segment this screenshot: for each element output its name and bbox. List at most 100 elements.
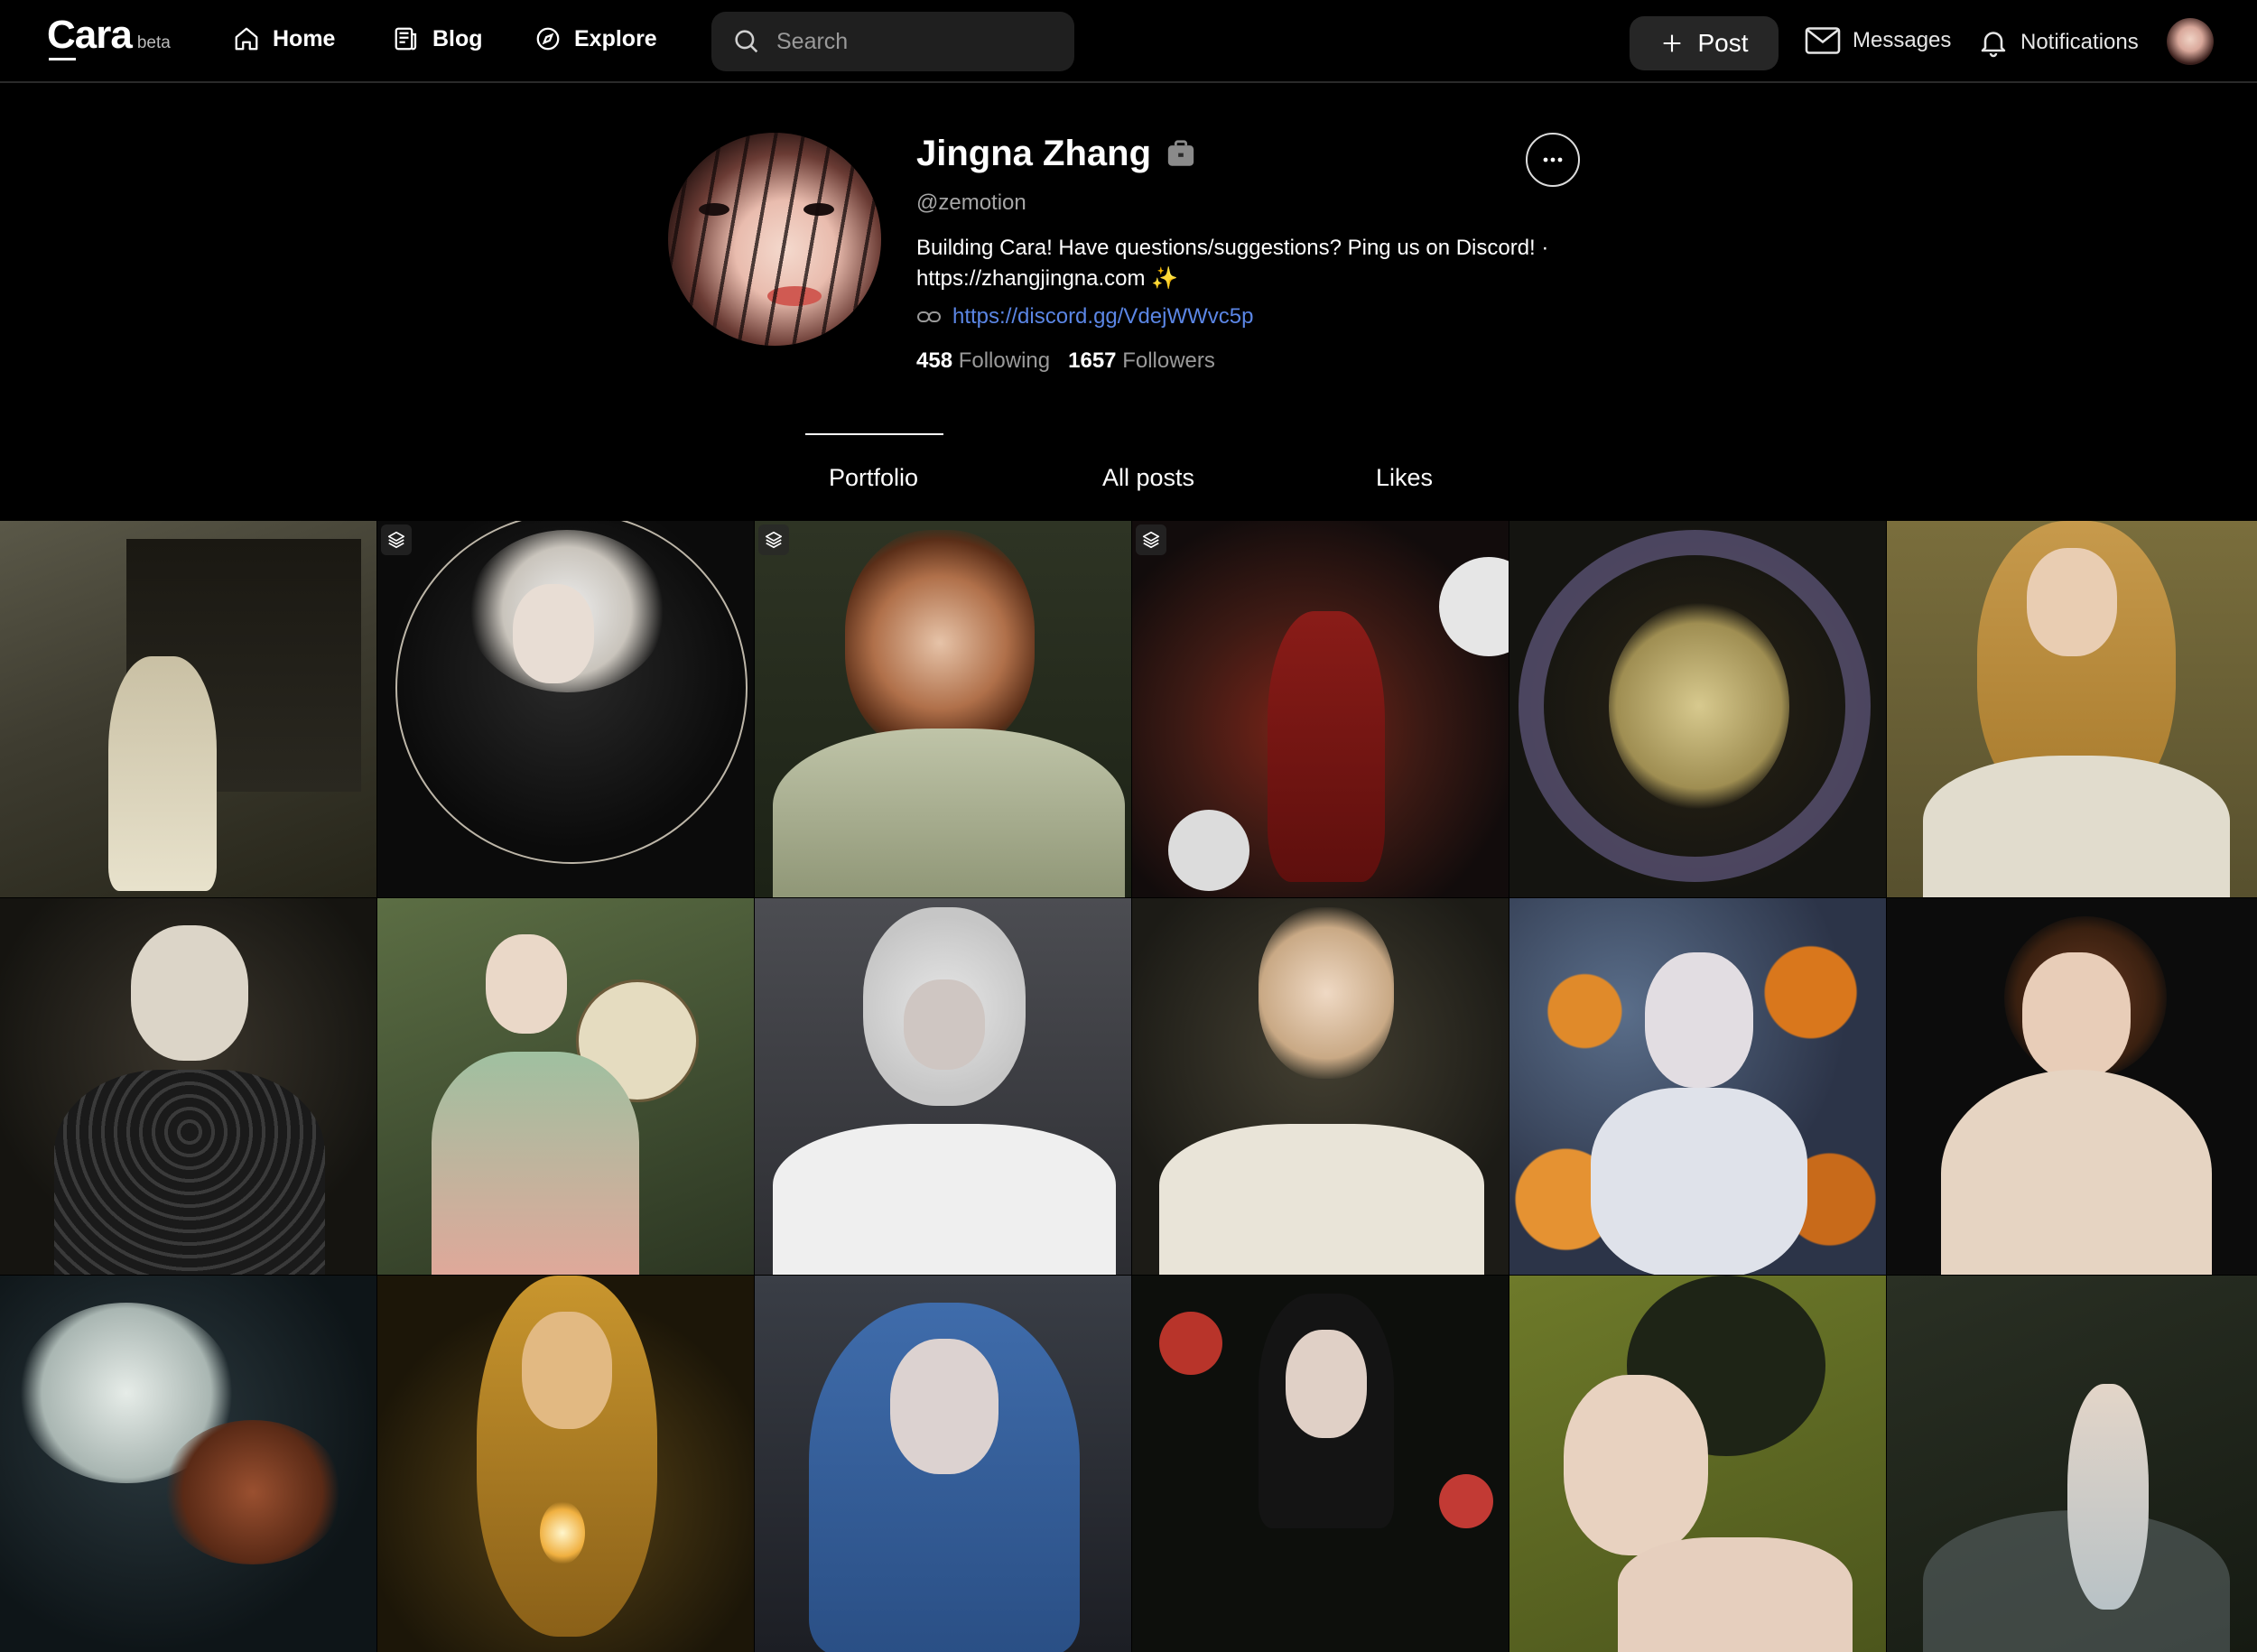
compass-icon: [536, 27, 560, 51]
tile-dress: [1923, 756, 2230, 897]
brand-logo[interactable]: Cara beta: [47, 13, 171, 60]
nav-explore-label: Explore: [574, 25, 657, 51]
portfolio-tile[interactable]: [0, 1276, 376, 1652]
portfolio-tile[interactable]: [755, 521, 1131, 897]
profile-name-row: Jingna Zhang: [916, 134, 1196, 174]
portfolio-tile[interactable]: [0, 521, 376, 897]
tile-face: [2027, 548, 2117, 656]
tile-balloon: [1439, 557, 1509, 656]
tab-active-indicator: [805, 433, 943, 435]
profile-link-text: https://discord.gg/VdejWWvc5p: [952, 304, 1254, 329]
tab-portfolio[interactable]: Portfolio: [829, 464, 918, 492]
brand-beta-tag: beta: [136, 33, 171, 52]
search-input[interactable]: [775, 27, 1049, 56]
followers-label: Followers: [1122, 348, 1215, 373]
notifications-label: Notifications: [2020, 30, 2139, 54]
tile-face: [131, 925, 248, 1061]
portfolio-tile[interactable]: [1509, 521, 1886, 897]
tile-figure: [2067, 1384, 2149, 1610]
following-count: 458: [916, 348, 953, 373]
portfolio-tile[interactable]: [1132, 898, 1509, 1275]
home-icon: [235, 27, 258, 51]
profile-link[interactable]: https://discord.gg/VdejWWvc5p: [916, 304, 1253, 329]
user-avatar[interactable]: [2167, 18, 2214, 65]
tile-flower: [1159, 1312, 1222, 1375]
tile-face: [1564, 1375, 1708, 1555]
nav-blog-link[interactable]: Blog: [393, 25, 483, 52]
profile-name: Jingna Zhang: [916, 134, 1151, 173]
portfolio-tile[interactable]: [1887, 1276, 2257, 1652]
tile-face: [890, 1339, 998, 1474]
nav-blog-label: Blog: [432, 25, 483, 51]
profile-bio: Building Cara! Have questions/suggestion…: [916, 233, 1566, 294]
brand-underline: [49, 58, 76, 60]
tile-dress: [1159, 1124, 1484, 1275]
nav-home-label: Home: [273, 25, 336, 51]
tile-face: [1259, 907, 1394, 1079]
portfolio-tile[interactable]: [1887, 898, 2257, 1275]
top-nav: Carabeta Home Blog Explore Post Messages…: [0, 0, 2257, 83]
portfolio-tile[interactable]: [377, 1276, 754, 1652]
multi-image-badge: [1136, 524, 1166, 555]
portfolio-tile[interactable]: [755, 898, 1131, 1275]
tile-face: [513, 584, 594, 683]
tile-face: [486, 934, 567, 1034]
nav-explore-link[interactable]: Explore: [534, 25, 657, 52]
tile-candle-glow: [540, 1501, 585, 1564]
tile-figure: [108, 656, 217, 891]
messages-label: Messages: [1853, 28, 1952, 52]
portfolio-tile[interactable]: [0, 898, 376, 1275]
more-options-button[interactable]: [1526, 133, 1580, 187]
portfolio-tile[interactable]: [1887, 521, 2257, 897]
mail-icon: [1805, 27, 1841, 54]
blog-icon: [395, 27, 417, 51]
plus-icon: [1664, 34, 1681, 52]
bio-line-1: Building Cara! Have questions/suggestion…: [916, 236, 1549, 260]
link-icon: [917, 311, 941, 322]
tile-face: [1645, 952, 1753, 1088]
portfolio-grid: [0, 521, 2257, 1652]
avatar-hair: [668, 133, 881, 346]
profile-handle: @zemotion: [916, 190, 1026, 215]
tile-hair: [163, 1420, 343, 1564]
tab-likes[interactable]: Likes: [1376, 464, 1433, 492]
tile-shoulder: [1618, 1537, 1853, 1652]
followers-stat[interactable]: 1657 Followers: [1068, 348, 1215, 373]
tile-balloon: [1168, 810, 1249, 891]
portfolio-tile[interactable]: [377, 898, 754, 1275]
portfolio-tile[interactable]: [1509, 1276, 1886, 1652]
tile-figure: [1609, 602, 1789, 810]
following-stat[interactable]: 458 Following: [916, 348, 1050, 373]
followers-count: 1657: [1068, 348, 1117, 373]
tile-face: [2022, 952, 2131, 1079]
search-bar[interactable]: [711, 12, 1074, 71]
tile-face: [522, 1312, 612, 1429]
profile-avatar: [668, 133, 881, 346]
layers-icon: [1142, 531, 1160, 549]
portfolio-tile[interactable]: [1132, 1276, 1509, 1652]
search-icon: [735, 30, 758, 53]
tile-dress: [773, 729, 1125, 897]
tile-face: [1286, 1330, 1367, 1438]
tile-garment: [1591, 1088, 1807, 1275]
portfolio-tile[interactable]: [1509, 898, 1886, 1275]
nav-home-link[interactable]: Home: [233, 25, 335, 52]
brand-name: Cara: [47, 13, 133, 57]
ellipsis-icon: [1543, 157, 1563, 162]
portfolio-tile[interactable]: [755, 1276, 1131, 1652]
messages-link[interactable]: Messages: [1804, 25, 1951, 56]
layers-icon: [765, 531, 783, 549]
multi-image-badge: [758, 524, 789, 555]
post-button[interactable]: Post: [1630, 16, 1779, 70]
tile-figure: [1268, 611, 1385, 882]
profile-stats: 458 Following 1657 Followers: [916, 348, 1215, 374]
bell-icon: [1981, 32, 2006, 58]
portfolio-tile[interactable]: [377, 521, 754, 897]
tile-flower: [1439, 1474, 1493, 1528]
tile-garment: [773, 1124, 1116, 1275]
notifications-link[interactable]: Notifications: [1977, 25, 2139, 60]
portfolio-tile[interactable]: [1132, 521, 1509, 897]
tile-garment: [54, 1070, 325, 1275]
following-label: Following: [958, 348, 1051, 373]
tab-all-posts[interactable]: All posts: [1102, 464, 1194, 492]
